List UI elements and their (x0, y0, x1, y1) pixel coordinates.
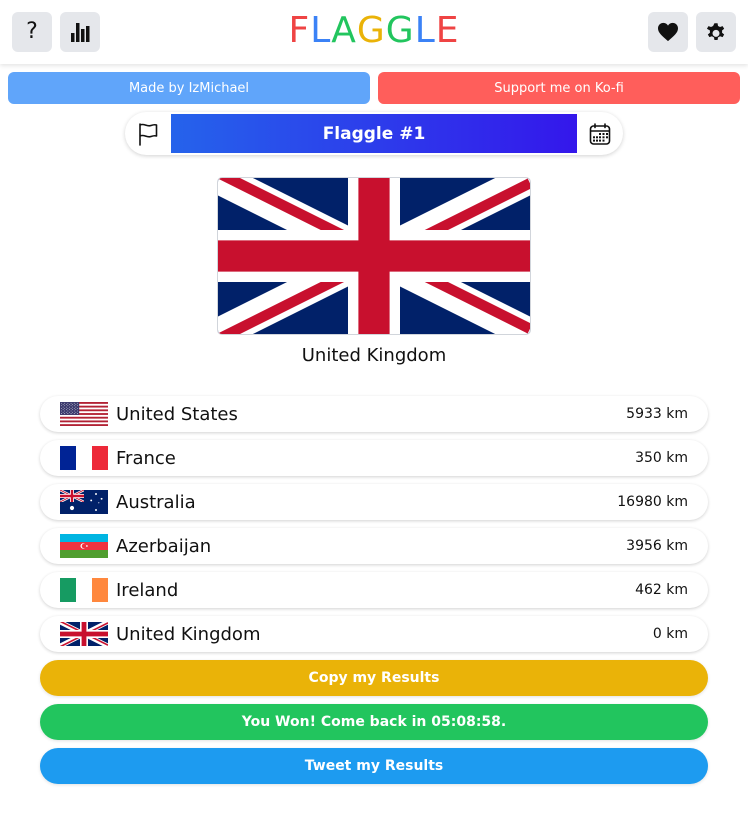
made-by-link[interactable]: Made by IzMichael (8, 72, 370, 104)
guess-flag-us (60, 402, 108, 426)
guess-row: United States 5933 km (40, 396, 708, 432)
logo-letter: A (331, 10, 357, 51)
guess-row: Azerbaijan 3956 km (40, 528, 708, 564)
guess-country: United Kingdom (116, 623, 261, 645)
logo-letter: E (435, 10, 460, 51)
guess-distance: 5933 km (626, 406, 688, 422)
tweet-results-button[interactable]: Tweet my Results (40, 748, 708, 784)
guess-distance: 462 km (635, 582, 688, 598)
logo-letter: G (385, 10, 415, 51)
guess-flag-gb (60, 622, 108, 646)
guess-flag-ie (60, 578, 108, 602)
guess-row: United Kingdom 0 km (40, 616, 708, 652)
game-title: Flaggle #1 (171, 114, 577, 153)
logo-letter: F (288, 10, 311, 51)
gear-icon (706, 23, 725, 40)
guess-flag-az (60, 534, 108, 558)
game-title-bar: Flaggle #1 (125, 112, 623, 155)
app-header: ? FLAGGLE (0, 0, 748, 64)
logo-letter: G (356, 10, 386, 51)
logo-letter: L (310, 10, 332, 51)
support-button[interactable] (648, 12, 688, 52)
app-logo: FLAGGLE (0, 9, 748, 53)
guess-row: Ireland 462 km (40, 572, 708, 608)
logo-letter: L (414, 10, 436, 51)
guess-flag-fr (60, 446, 108, 470)
win-status-banner: You Won! Come back in 05:08:58. (40, 704, 708, 740)
guess-country: France (116, 447, 176, 469)
target-country-name: United Kingdom (301, 345, 447, 366)
target-flag-image (217, 177, 531, 335)
settings-button[interactable] (696, 12, 736, 52)
guess-country: Azerbaijan (116, 535, 212, 557)
guess-distance: 3956 km (626, 538, 688, 554)
guess-country: United States (116, 403, 238, 425)
guess-row: Australia 16980 km (40, 484, 708, 520)
kofi-support-link[interactable]: Support me on Ko-fi (378, 72, 740, 104)
guess-country: Australia (116, 491, 196, 513)
guess-distance: 0 km (652, 626, 688, 642)
guess-row: France 350 km (40, 440, 708, 476)
calendar-icon (589, 122, 611, 145)
flag-mode-button[interactable] (125, 112, 171, 155)
guess-distance: 16980 km (617, 494, 688, 510)
guess-flag-au (60, 490, 108, 514)
copy-results-button[interactable]: Copy my Results (40, 660, 708, 696)
calendar-button[interactable] (577, 112, 623, 155)
heart-icon (658, 22, 678, 42)
guess-distance: 350 km (635, 450, 688, 466)
guess-country: Ireland (116, 579, 179, 601)
flag-icon (139, 122, 158, 146)
